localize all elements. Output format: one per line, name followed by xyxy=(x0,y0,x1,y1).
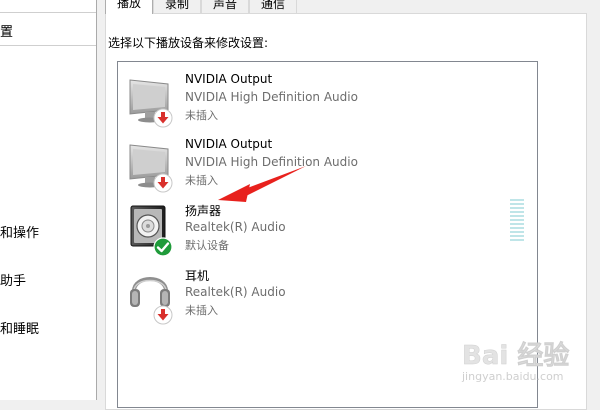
watermark-text: Bai 经验 xyxy=(462,340,569,371)
tab-communications[interactable]: 通信 xyxy=(249,0,297,13)
settings-nav-item-2[interactable]: 助手 xyxy=(0,270,26,289)
settings-search-box[interactable]: 置 xyxy=(0,12,96,46)
settings-nav-item-1[interactable]: 和操作 xyxy=(0,222,39,241)
device-status: 默认设备 xyxy=(185,239,229,252)
settings-search-text: 置 xyxy=(0,25,14,40)
device-description: Realtek(R) Audio xyxy=(185,220,286,234)
instruction-text: 选择以下播放设备来修改设置: xyxy=(108,36,269,50)
device-item-nvidia-output-2[interactable]: NVIDIA Output NVIDIA High Definition Aud… xyxy=(118,127,518,193)
device-item-headphones[interactable]: 耳机 Realtek(R) Audio 未插入 xyxy=(118,257,518,325)
tab-recording[interactable]: 录制 xyxy=(153,0,201,13)
watermark-url: jingyan.baidu.com xyxy=(462,370,564,383)
device-description: NVIDIA High Definition Audio xyxy=(185,90,358,104)
device-name: 耳机 xyxy=(185,269,210,283)
device-item-speakers[interactable]: 扬声器 Realtek(R) Audio 默认设备 xyxy=(118,192,518,257)
device-item-nvidia-output-1[interactable]: NVIDIA Output NVIDIA High Definition Aud… xyxy=(118,62,518,128)
tab-sounds[interactable]: 声音 xyxy=(201,0,249,13)
annotation-arrow-icon xyxy=(216,164,308,204)
device-name: NVIDIA Output xyxy=(185,137,273,151)
device-name: NVIDIA Output xyxy=(185,72,273,86)
device-status: 未插入 xyxy=(185,304,218,317)
device-description: Realtek(R) Audio xyxy=(185,285,286,299)
volume-level-meter xyxy=(510,199,524,241)
tab-playback[interactable]: 播放 xyxy=(105,0,153,14)
settings-nav-item-3[interactable]: 和睡眠 xyxy=(0,318,39,337)
unplugged-badge-icon xyxy=(153,305,173,329)
device-status: 未插入 xyxy=(185,109,218,122)
device-status: 未插入 xyxy=(185,174,218,187)
device-name: 扬声器 xyxy=(185,204,222,218)
background-settings-window: 置 和操作 助手 和睡眠 xyxy=(0,0,96,400)
